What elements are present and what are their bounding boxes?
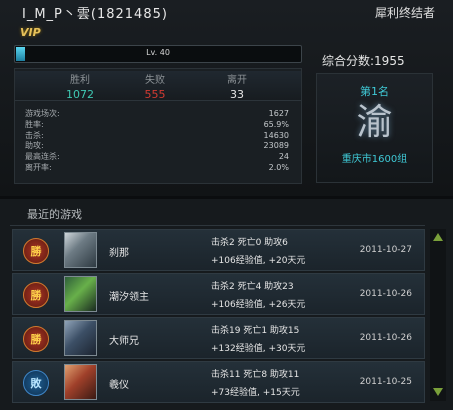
- stat-row: 助攻: 23089: [25, 141, 289, 152]
- vip-badge: VIP: [20, 26, 41, 39]
- scroll-down-arrow-icon[interactable]: [432, 386, 444, 398]
- stat-label: 离开率:: [25, 162, 52, 172]
- win-result-icon: 勝: [23, 282, 49, 308]
- loss-result-icon: 敗: [23, 370, 49, 396]
- leave-label: 离开: [227, 75, 247, 86]
- level-label: Lv. 40: [146, 48, 170, 57]
- recent-games-panel: 最近的游戏 勝 刹那 击杀2 死亡0 助攻6 +106经验值, +20天元 20…: [0, 199, 453, 410]
- loss-count: 555: [144, 88, 166, 101]
- game-row[interactable]: 勝 大师兄 击杀19 死亡1 助攻15 +132经验值, +30天元 2011-…: [12, 317, 425, 359]
- hero-name: 刹那: [109, 248, 129, 259]
- stat-value: 65.9%: [263, 119, 289, 129]
- profile-panel: I_M_P丶雲(1821485) 犀利终结者 VIP Lv. 40 综合分数:1…: [0, 0, 453, 196]
- game-reward: +73经验值, +15天元: [211, 388, 300, 398]
- game-row[interactable]: 勝 潮汐领主 击杀2 死亡4 助攻23 +106经验值, +26天元 2011-…: [12, 273, 425, 315]
- stat-value: 2.0%: [268, 162, 289, 172]
- stat-label: 游戏场次:: [25, 109, 60, 118]
- stat-label: 击杀:: [25, 130, 44, 140]
- stat-row: 胜率: 65.9%: [25, 120, 289, 131]
- rank-position: 第1名: [360, 85, 389, 98]
- win-result-icon: 勝: [23, 238, 49, 264]
- stat-value: 1627: [268, 109, 289, 118]
- total-score: 综合分数:1955: [322, 54, 405, 68]
- stat-list: 游戏场次: 1627 胜率: 65.9% 击杀: 14630 助攻: 23089 最高连…: [25, 109, 289, 174]
- win-count: 1072: [66, 88, 94, 101]
- hero-name: 羲仪: [109, 380, 129, 391]
- stat-label: 胜率:: [25, 119, 44, 129]
- game-date: 2011-10-25: [359, 377, 412, 387]
- game-row[interactable]: 勝 刹那 击杀2 死亡0 助攻6 +106经验值, +20天元 2011-10-…: [12, 229, 425, 271]
- stat-label: 最高连杀:: [25, 152, 60, 162]
- loss-summary: 失败 555: [125, 71, 185, 101]
- game-date: 2011-10-26: [359, 289, 412, 299]
- recent-games-title: 最近的游戏: [27, 208, 82, 221]
- stat-row: 离开率: 2.0%: [25, 163, 289, 174]
- game-kda: 击杀2 死亡4 助攻23: [211, 282, 294, 292]
- stat-value: 24: [278, 152, 289, 162]
- game-date: 2011-10-26: [359, 333, 412, 343]
- game-kda: 击杀19 死亡1 助攻15: [211, 326, 300, 336]
- result-summary: 胜利 1072 失败 555 离开 33: [15, 71, 301, 101]
- game-kda: 击杀2 死亡0 助攻6: [211, 238, 288, 248]
- rank-group: 重庆市1600组: [341, 154, 408, 165]
- game-reward: +106经验值, +26天元: [211, 300, 306, 310]
- win-result-icon: 勝: [23, 326, 49, 352]
- win-summary: 胜利 1072: [50, 71, 110, 101]
- leave-count: 33: [230, 88, 244, 101]
- hero-name: 潮汐领主: [109, 292, 149, 303]
- stat-label: 助攻:: [25, 141, 44, 151]
- hero-portrait[interactable]: [64, 232, 97, 268]
- player-name: I_M_P丶雲(1821485): [22, 7, 168, 22]
- win-label: 胜利: [70, 75, 90, 86]
- level-progress-bar: Lv. 40: [14, 45, 302, 63]
- hero-portrait[interactable]: [64, 276, 97, 312]
- stat-row: 游戏场次: 1627: [25, 109, 289, 120]
- region-emblem: 渝: [356, 102, 393, 143]
- game-kda: 击杀11 死亡8 助攻11: [211, 370, 300, 380]
- stat-row: 击杀: 14630: [25, 131, 289, 142]
- hero-portrait[interactable]: [64, 320, 97, 356]
- stat-value: 23089: [263, 141, 289, 151]
- player-title: 犀利终结者: [374, 6, 435, 20]
- recent-games-scrollbar[interactable]: [430, 229, 446, 401]
- game-reward: +132经验值, +30天元: [211, 344, 306, 354]
- game-reward: +106经验值, +20天元: [211, 256, 306, 266]
- leave-summary: 离开 33: [207, 71, 267, 101]
- recent-games-list: 勝 刹那 击杀2 死亡0 助攻6 +106经验值, +20天元 2011-10-…: [12, 229, 425, 405]
- rank-box: 第1名 渝 重庆市1600组: [316, 73, 433, 183]
- game-date: 2011-10-27: [359, 245, 412, 255]
- hero-name: 大师兄: [109, 336, 139, 347]
- stat-row: 最高连杀: 24: [25, 152, 289, 163]
- title-underline: [10, 225, 425, 226]
- game-row[interactable]: 敗 羲仪 击杀11 死亡8 助攻11 +73经验值, +15天元 2011-10…: [12, 361, 425, 403]
- loss-label: 失败: [145, 75, 165, 86]
- stats-box: 胜利 1072 失败 555 离开 33 游戏场次: 1627 胜率: 65.9% …: [14, 68, 302, 184]
- stat-value: 14630: [263, 130, 289, 140]
- hero-portrait[interactable]: [64, 364, 97, 400]
- scroll-up-arrow-icon[interactable]: [432, 231, 444, 243]
